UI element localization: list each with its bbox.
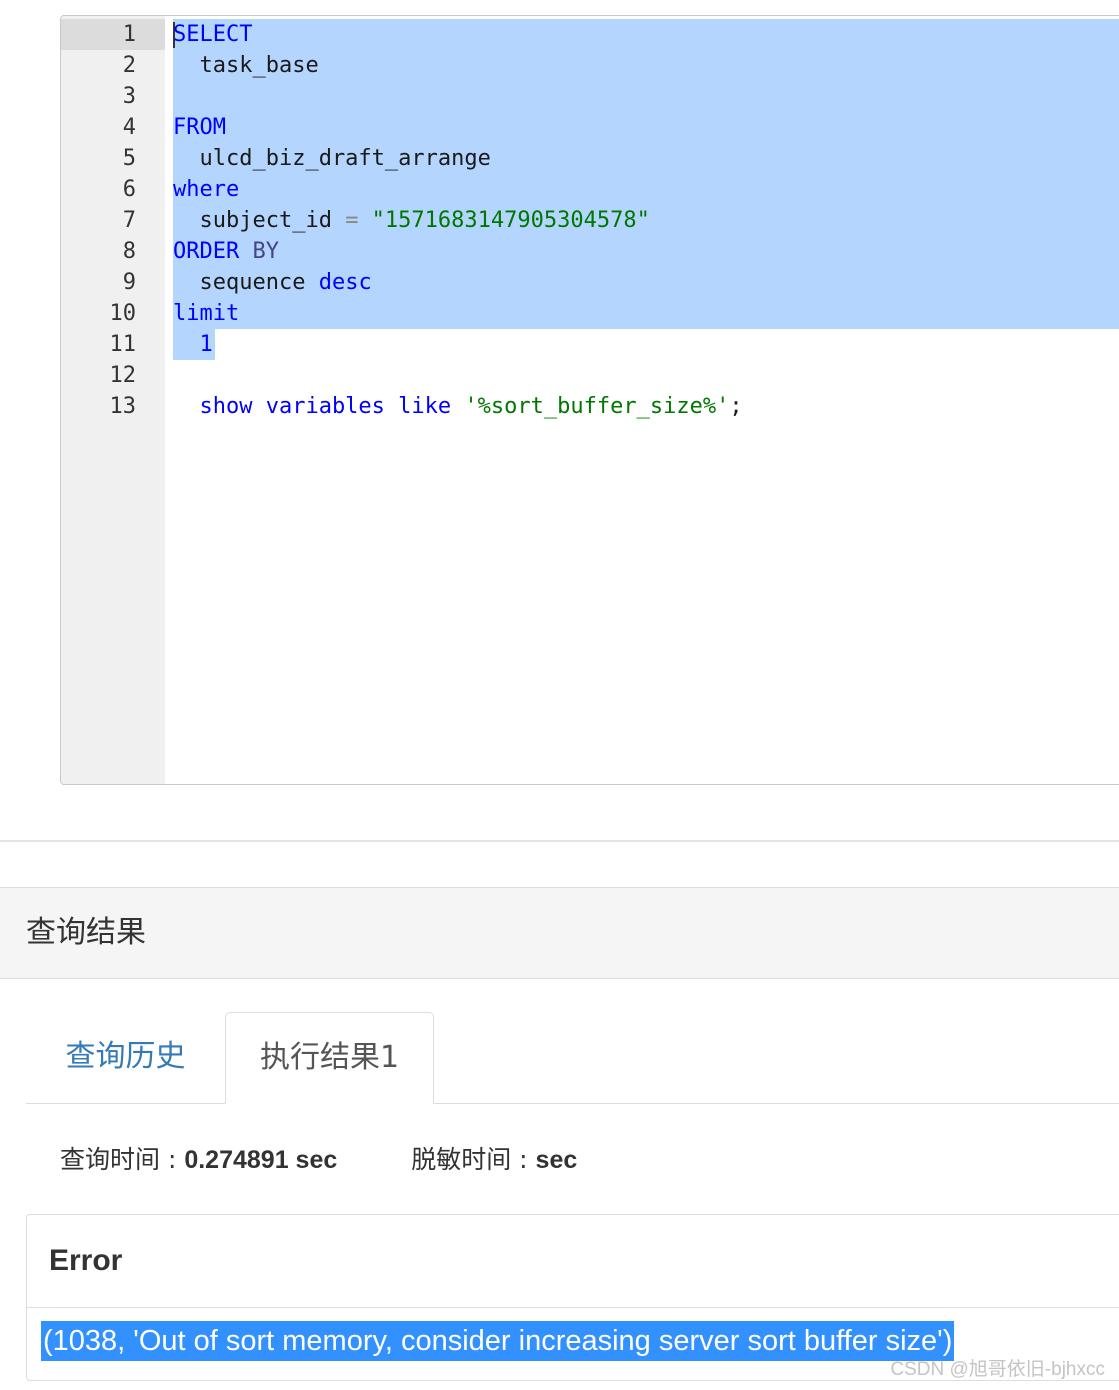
- error-title: Error: [49, 1244, 123, 1277]
- code-line-10[interactable]: limit: [173, 298, 239, 329]
- query-time-value: 0.274891 sec: [184, 1146, 338, 1174]
- code-line-6[interactable]: where: [173, 174, 239, 205]
- line-number: 7: [122, 208, 136, 233]
- sql-keyword: show variables like: [173, 394, 465, 419]
- code-line-1[interactable]: SELECT: [173, 19, 252, 50]
- mask-time-label: 脱敏时间 :: [411, 1145, 536, 1174]
- line-number: 6: [122, 177, 136, 202]
- watermark: CSDN @旭哥依旧-bjhxcc: [890, 1359, 1105, 1380]
- sql-keyword: ORDER: [173, 239, 240, 264]
- code-line-2[interactable]: task_base: [173, 50, 319, 81]
- line-number: 9: [122, 270, 136, 295]
- sql-operator: =: [345, 208, 359, 233]
- mask-time-value: sec: [535, 1146, 578, 1174]
- sql-terminator: ;: [729, 394, 743, 419]
- line-number: 12: [109, 363, 137, 388]
- results-panel-title: 查询结果: [26, 915, 146, 950]
- query-time-label: 查询时间 :: [60, 1145, 185, 1174]
- sql-editor[interactable]: 1 2 3 4 5 6 7 8 9 10 11 12 13 SELECT tas…: [60, 15, 1119, 785]
- results-tabs: 查询历史 执行结果1: [26, 1012, 1119, 1104]
- line-number: 11: [109, 332, 137, 357]
- line-number: 10: [109, 301, 137, 326]
- sql-keyword: limit: [173, 301, 240, 326]
- sql-keyword: FROM: [173, 115, 226, 140]
- code-line-5[interactable]: ulcd_biz_draft_arrange: [173, 143, 491, 174]
- line-number-gutter: 1 2 3 4 5 6 7 8 9 10 11 12 13: [61, 16, 165, 784]
- sql-identifier: subject_id: [173, 208, 346, 233]
- code-line-7[interactable]: subject_id = "1571683147905304578": [173, 205, 650, 236]
- line-number: 4: [122, 115, 136, 140]
- sql-keyword: BY: [239, 239, 279, 264]
- line-number: 5: [122, 146, 136, 171]
- sql-identifier: ulcd_biz_draft_arrange: [173, 146, 491, 171]
- code-area[interactable]: SELECT task_base FROM ulcd_biz_draft_arr…: [173, 16, 1119, 784]
- sql-string: "1571683147905304578": [358, 208, 650, 233]
- sql-keyword: SELECT: [173, 22, 253, 47]
- line-number: 1: [61, 19, 165, 50]
- code-line-9[interactable]: sequence desc: [173, 267, 372, 298]
- code-line-4[interactable]: FROM: [173, 112, 226, 143]
- sql-number: 1: [173, 332, 213, 357]
- code-line-8[interactable]: ORDER BY: [173, 236, 279, 267]
- code-line-11[interactable]: 1: [173, 329, 213, 360]
- code-line-13[interactable]: show variables like '%sort_buffer_size%'…: [173, 391, 743, 422]
- line-number: 8: [122, 239, 136, 264]
- tab-query-history[interactable]: 查询历史: [26, 1012, 225, 1103]
- sql-string: '%sort_buffer_size%': [464, 394, 730, 419]
- line-number: 2: [122, 53, 136, 78]
- tab-execution-result-1[interactable]: 执行结果1: [225, 1012, 434, 1104]
- sql-identifier: task_base: [173, 53, 319, 78]
- query-stats: 查询时间 : 0.274891 sec 脱敏时间 : sec: [60, 1140, 577, 1180]
- sql-identifier: sequence: [173, 270, 319, 295]
- line-number: 13: [109, 394, 137, 419]
- results-panel-header: 查询结果: [0, 887, 1119, 979]
- error-panel-header: Error: [27, 1215, 1119, 1308]
- sql-keyword: desc: [318, 270, 372, 295]
- line-number: 3: [122, 84, 136, 109]
- error-message[interactable]: (1038, 'Out of sort memory, consider inc…: [41, 1321, 955, 1361]
- section-divider: [0, 840, 1119, 842]
- sql-keyword: where: [173, 177, 240, 202]
